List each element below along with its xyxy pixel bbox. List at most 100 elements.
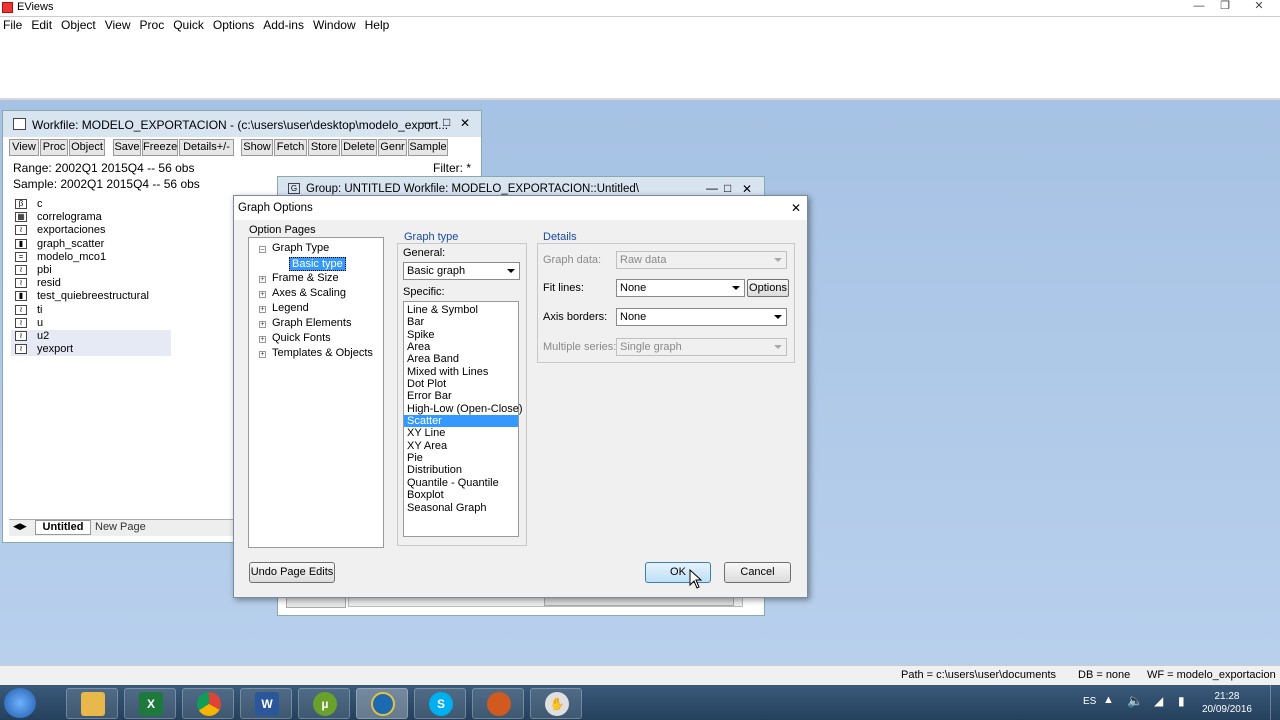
list-item[interactable]: ≀ u [11,317,171,330]
menu-file[interactable]: File [0,17,28,32]
list-item[interactable]: Mixed with Lines [404,366,518,378]
battery-icon[interactable]: ▮ [1178,694,1185,708]
menu-quick[interactable]: Quick [170,17,210,32]
list-item[interactable]: ≀ ti [11,304,171,317]
wf-show-button[interactable]: Show [241,139,273,156]
taskbar-skype[interactable]: S [414,688,466,719]
close-icon[interactable]: ✕ [1246,0,1272,14]
expand-icon[interactable]: + [259,291,266,298]
list-item[interactable]: XY Line [404,427,518,439]
tree-item-quick-fonts[interactable]: Quick Fonts [272,332,331,344]
wf-details-button[interactable]: Details+/- [179,139,234,156]
list-item[interactable]: ≀ exportaciones [11,224,171,237]
expand-icon[interactable]: + [259,336,266,343]
group-close-icon[interactable]: ✕ [742,182,752,196]
show-desktop-button[interactable] [1270,685,1280,720]
multiple-series-combo[interactable]: Single graph [616,338,787,356]
list-item[interactable]: Line & Symbol [404,304,518,316]
list-item[interactable]: ▮ graph_scatter [11,238,171,251]
wf-store-button[interactable]: Store [308,139,340,156]
menu-window[interactable]: Window [310,17,362,32]
wf-proc-button[interactable]: Proc [40,139,68,156]
menu-view[interactable]: View [102,17,137,32]
tree-item-axes-scaling[interactable]: Axes & Scaling [272,287,346,299]
undo-page-edits-button[interactable]: Undo Page Edits [249,562,335,583]
expand-icon[interactable]: + [259,351,266,358]
taskbar-app-hand[interactable]: ✋ [530,688,582,719]
list-item[interactable]: Area [404,341,518,353]
taskbar-excel[interactable]: X [124,688,176,719]
wf-delete-button[interactable]: Delete [341,139,377,156]
wf-view-button[interactable]: View [9,139,39,156]
tree-item-frame-size[interactable]: Frame & Size [272,272,339,284]
menu-options[interactable]: Options [210,17,260,32]
tab-new-page[interactable]: New Page [95,521,146,533]
list-item[interactable]: Bar [404,316,518,328]
taskbar-eviews[interactable] [356,688,408,719]
wf-sample[interactable]: Sample: 2002Q1 2015Q4 -- 56 obs [13,177,200,191]
dialog-title-bar[interactable]: Graph Options ✕ [234,196,807,220]
list-item[interactable]: ▦ correlograma [11,211,171,224]
tree-item-graph-elements[interactable]: Graph Elements [272,317,351,329]
expand-icon[interactable]: + [259,321,266,328]
general-combo[interactable]: Basic graph [403,262,520,280]
wf-save-button[interactable]: Save [113,139,141,156]
list-item[interactable]: ≀ pbi [11,264,171,277]
cancel-button[interactable]: Cancel [724,562,791,583]
taskbar-explorer[interactable] [66,688,118,719]
axis-borders-combo[interactable]: None [616,308,787,326]
wf-freeze-button[interactable]: Freeze [142,139,178,156]
menu-edit[interactable]: Edit [28,17,58,32]
dialog-close-icon[interactable]: ✕ [791,201,801,215]
wf-genr-button[interactable]: Genr [378,139,407,156]
tab-untitled[interactable]: Untitled [35,520,91,535]
wf-object-button[interactable]: Object [69,139,105,156]
list-item[interactable]: Spike [404,329,518,341]
group-minimize-icon[interactable]: — [706,181,718,195]
fit-lines-options-button[interactable]: Options [747,279,789,297]
workfile-title-bar[interactable]: Workfile: MODELO_EXPORTACION - (c:\users… [3,111,481,137]
wf-sample-button[interactable]: Sample [408,139,448,156]
minimize-icon[interactable]: — [1186,0,1212,14]
specific-listbox[interactable]: Line & Symbol Bar Spike Area Area Band M… [403,301,523,537]
menu-object[interactable]: Object [58,17,102,32]
list-item-selected[interactable]: Scatter [404,415,518,428]
wf-fetch-button[interactable]: Fetch [274,139,307,156]
list-item[interactable]: Quantile - Quantile [404,477,518,489]
tree-item-templates-objects[interactable]: Templates & Objects [272,347,373,359]
collapse-icon[interactable]: – [259,246,266,253]
menu-help[interactable]: Help [362,17,396,32]
list-item[interactable]: High-Low (Open-Close) [404,403,523,415]
list-item[interactable]: = modelo_mco1 [11,251,171,264]
tree-item-legend[interactable]: Legend [272,302,309,314]
list-item[interactable]: βc [11,198,171,211]
command-window[interactable] [0,34,1280,100]
list-item[interactable]: ▮ test_quiebreestructural [11,290,171,303]
workfile-maximize-icon[interactable]: □ [443,115,450,129]
wf-filter[interactable]: Filter: * [433,161,471,175]
list-item[interactable]: ≀ resid [11,277,171,290]
tree-item-graph-type[interactable]: Graph Type [272,242,329,254]
start-button-icon[interactable] [4,688,36,718]
list-item[interactable]: Pie [404,452,518,464]
fit-lines-combo[interactable]: None [616,279,745,297]
taskbar-chrome[interactable] [182,688,234,719]
list-item[interactable]: XY Area [404,440,518,452]
list-item[interactable]: Error Bar [404,390,518,402]
taskbar-app-glove[interactable] [472,688,524,719]
tab-scroll-icon[interactable]: ◀▶ [13,521,27,532]
volume-icon[interactable]: 🔈 [1127,693,1143,709]
list-item[interactable]: Seasonal Graph [404,502,518,514]
list-item[interactable]: ≀ u2 [11,329,171,344]
menu-proc[interactable]: Proc [137,17,171,32]
expand-icon[interactable]: + [259,276,266,283]
taskbar-word[interactable]: W [240,688,292,719]
tray-expand-icon[interactable]: ▲ [1103,694,1114,706]
menu-add-ins[interactable]: Add-ins [260,17,310,32]
list-item[interactable]: Area Band [404,353,518,365]
workfile-close-icon[interactable]: ✕ [460,116,470,130]
tree-item-basic-type[interactable]: Basic type [289,257,346,271]
network-icon[interactable]: ◢ [1154,694,1163,708]
restore-icon[interactable]: ❐ [1212,0,1238,14]
list-item[interactable]: ≀ yexport [11,343,171,357]
